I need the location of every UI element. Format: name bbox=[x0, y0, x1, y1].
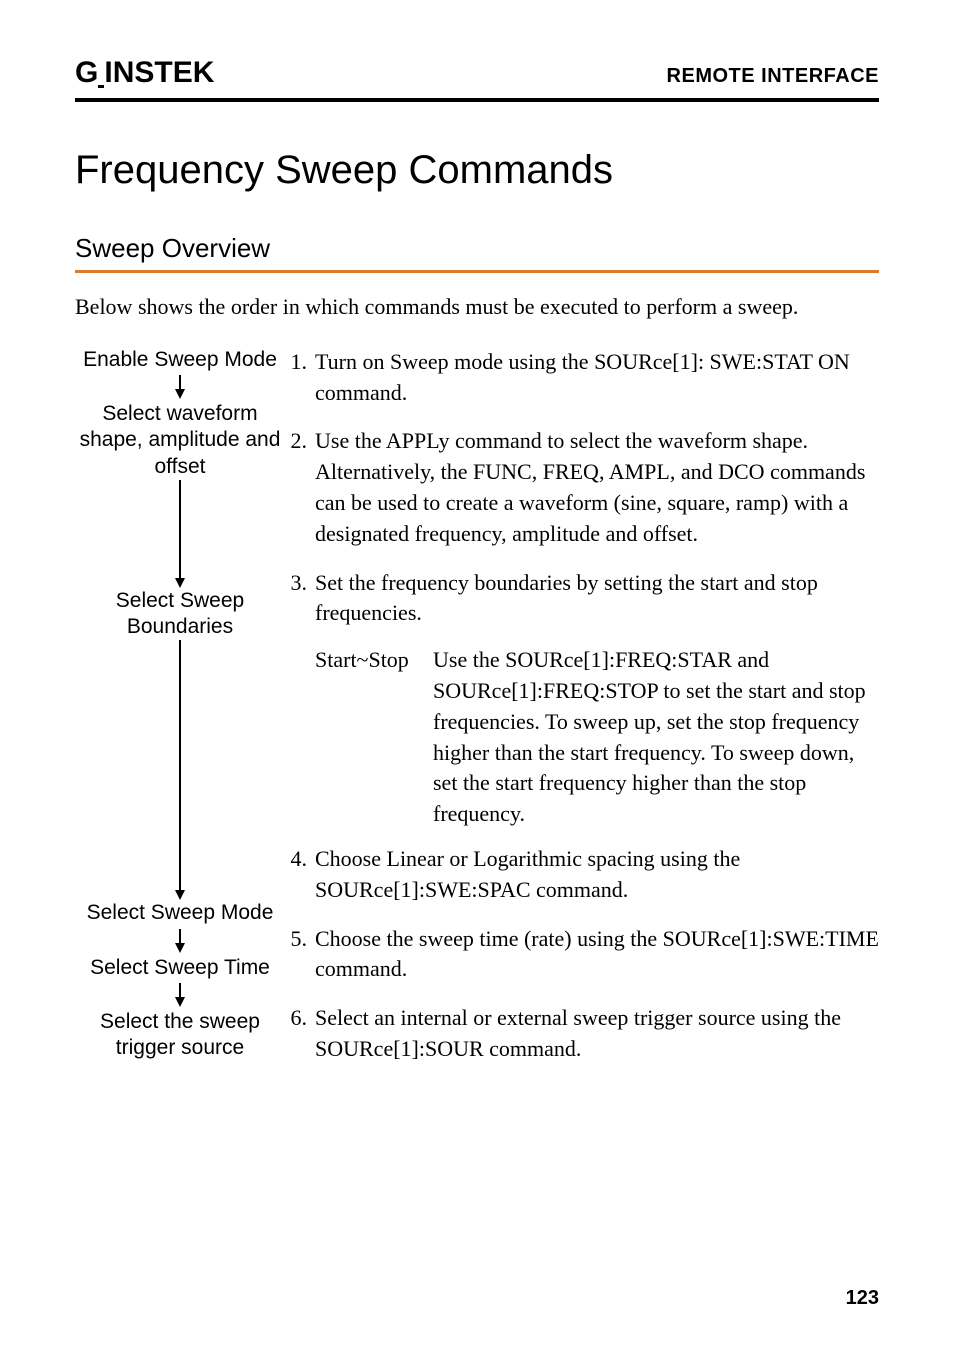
arrow-down-icon bbox=[75, 983, 285, 1007]
step-text: Use the APPLy command to select the wave… bbox=[315, 426, 879, 549]
section-name: REMOTE INTERFACE bbox=[667, 65, 879, 88]
step-number: 6. bbox=[285, 1003, 315, 1065]
sub-row: Start~Stop Use the SOURce[1]:FREQ:STAR a… bbox=[315, 645, 879, 830]
flow-descriptions-column: 1. Turn on Sweep mode using the SOURce[1… bbox=[285, 347, 879, 1065]
flow-container: Enable Sweep Mode Select waveform shape,… bbox=[75, 347, 879, 1065]
list-item: 5. Choose the sweep time (rate) using th… bbox=[285, 924, 879, 986]
subtitle-rule bbox=[75, 270, 879, 273]
list-item: 6. Select an internal or external sweep … bbox=[285, 1003, 879, 1065]
sub-body: Use the SOURce[1]:FREQ:STAR and SOURce[1… bbox=[433, 645, 879, 830]
step-number: 5. bbox=[285, 924, 315, 986]
step-number: 1. bbox=[285, 347, 315, 409]
step-text: Choose the sweep time (rate) using the S… bbox=[315, 924, 879, 986]
flow-labels-column: Enable Sweep Mode Select waveform shape,… bbox=[75, 347, 285, 1065]
step-text: Select an internal or external sweep tri… bbox=[315, 1003, 879, 1065]
section-subtitle: Sweep Overview bbox=[75, 233, 879, 264]
flow-step-2: Select waveform shape, amplitude and off… bbox=[75, 401, 285, 480]
arrow-down-icon bbox=[75, 929, 285, 953]
intro-paragraph: Below shows the order in which commands … bbox=[75, 291, 879, 323]
header-rule bbox=[75, 98, 879, 102]
arrow-down-icon bbox=[75, 375, 285, 399]
flow-step-5: Select Sweep Time bbox=[75, 955, 285, 981]
step-number: 2. bbox=[285, 426, 315, 549]
arrow-down-icon bbox=[75, 480, 285, 588]
sub-label: Start~Stop bbox=[315, 645, 433, 830]
step-number: 4. bbox=[285, 844, 315, 906]
step-text: Set the frequency boundaries by setting … bbox=[315, 568, 879, 630]
brand-logo: G INSTEK bbox=[75, 56, 214, 90]
list-item: 4. Choose Linear or Logarithmic spacing … bbox=[285, 844, 879, 906]
flow-step-4: Select Sweep Mode bbox=[75, 900, 285, 926]
list-item: 3. Set the frequency boundaries by setti… bbox=[285, 568, 879, 830]
step-text: Choose Linear or Logarithmic spacing usi… bbox=[315, 844, 879, 906]
step-number: 3. bbox=[285, 568, 315, 830]
page-header: G INSTEK REMOTE INTERFACE bbox=[75, 56, 879, 96]
list-item: 1. Turn on Sweep mode using the SOURce[1… bbox=[285, 347, 879, 409]
page-number: 123 bbox=[846, 1287, 879, 1310]
flow-step-3: Select Sweep Boundaries bbox=[75, 588, 285, 641]
list-item: 2. Use the APPLy command to select the w… bbox=[285, 426, 879, 549]
step-text: Turn on Sweep mode using the SOURce[1]: … bbox=[315, 347, 879, 409]
flow-step-1: Enable Sweep Mode bbox=[75, 347, 285, 373]
arrow-down-icon bbox=[75, 640, 285, 900]
flow-step-6: Select the sweep trigger source bbox=[75, 1009, 285, 1062]
page-title: Frequency Sweep Commands bbox=[75, 148, 879, 193]
